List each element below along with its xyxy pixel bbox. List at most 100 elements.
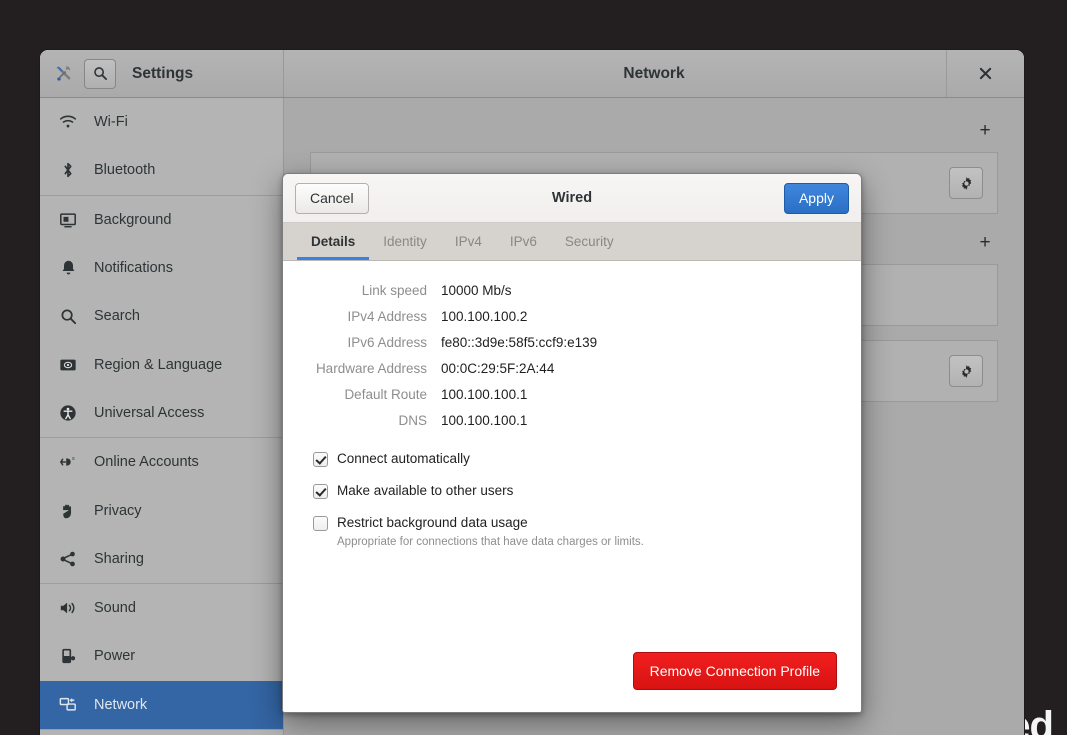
sidebar-item-notifications[interactable]: Notifications [40,244,283,292]
search-button[interactable] [84,58,116,89]
tools-icon [54,64,74,84]
wifi-icon [58,112,78,132]
sidebar-item-label: Bluetooth [94,162,156,179]
wired-connection-dialog: Cancel Wired Apply Details Identity IPv4… [282,173,862,713]
gear-icon [961,176,971,190]
titlebar-right: Network [284,50,1024,97]
bell-icon [58,258,78,278]
sidebar: Wi-Fi Bluetooth Background Notifications… [40,98,284,735]
dialog-body: Link speed 10000 Mb/s IPv4 Address 100.1… [283,261,861,712]
checkbox-box[interactable] [313,452,328,467]
sidebar-item-privacy[interactable]: Privacy [40,486,283,534]
gear-icon [961,364,971,378]
sidebar-item-bluetooth[interactable]: Bluetooth [40,146,283,194]
network-section-header: + [310,116,998,146]
detail-label: IPv6 Address [347,335,427,350]
sidebar-divider [40,728,283,730]
apply-button[interactable]: Apply [783,182,849,214]
close-button[interactable] [946,50,1024,97]
app-title: Settings [132,64,194,82]
details-list: Link speed 10000 Mb/s IPv4 Address 100.1… [283,283,861,428]
sidebar-item-network[interactable]: Network [40,680,283,729]
detail-value: 100.100.100.2 [441,309,528,324]
svg-text:s: s [72,456,75,462]
remove-profile-wrap: Remove Connection Profile [632,652,837,690]
sidebar-item-label: Notifications [94,260,173,277]
sidebar-item-label: Sharing [94,550,144,567]
settings-window: Settings Network Wi-Fi Bluetooth Backgro… [40,50,1024,735]
add-vpn-button[interactable]: + [972,230,998,256]
sidebar-item-wifi[interactable]: Wi-Fi [40,98,283,146]
add-connection-button[interactable]: + [972,118,998,144]
detail-value: 00:0C:29:5F:2A:44 [441,361,555,376]
background-icon [58,210,78,230]
sidebar-item-label: Power [94,648,136,665]
hand-icon [58,501,78,521]
remove-connection-profile-button[interactable]: Remove Connection Profile [632,652,837,690]
detail-label: Hardware Address [315,361,427,376]
online-accounts-icon: s [58,452,78,472]
detail-label: Link speed [361,283,427,298]
tab-security[interactable]: Security [551,223,628,260]
detail-label: Default Route [344,387,427,402]
tab-ipv6[interactable]: IPv6 [496,223,551,260]
detail-row: Link speed 10000 Mb/s [283,283,861,298]
sidebar-item-universal-access[interactable]: Universal Access [40,389,283,437]
sidebar-item-label: Background [94,211,172,228]
checkbox-connect-automatically[interactable]: Connect automatically [313,450,861,468]
detail-label: DNS [398,413,427,428]
cancel-button[interactable]: Cancel [295,182,369,214]
sidebar-item-online-accounts[interactable]: s Online Accounts [40,438,283,486]
detail-row: DNS 100.100.100.1 [283,413,861,428]
share-icon [58,549,78,569]
checkbox-restrict-background-data-usage[interactable]: Restrict background data usage Appropria… [313,514,861,548]
sidebar-item-power[interactable]: Power [40,632,283,680]
checkbox-label: Make available to other users [337,483,514,499]
sidebar-item-background[interactable]: Background [40,196,283,244]
region-language-icon [58,355,78,375]
detail-value: fe80::3d9e:58f5:ccf9:e139 [441,335,598,350]
search-icon [93,67,107,81]
tab-identity[interactable]: Identity [369,223,441,260]
detail-row: IPv6 Address fe80::3d9e:58f5:ccf9:e139 [283,335,861,350]
detail-value: 100.100.100.1 [441,387,528,402]
detail-row: IPv4 Address 100.100.100.2 [283,309,861,324]
proxy-settings-button[interactable] [949,355,983,387]
checkbox-sublabel: Appropriate for connections that have da… [337,535,644,548]
sidebar-item-label: Wi-Fi [94,114,128,131]
detail-label: IPv4 Address [347,309,427,324]
sidebar-item-label: Online Accounts [94,454,199,471]
dialog-title: Wired [551,190,593,206]
close-icon [979,67,992,80]
options-group: Connect automatically Make available to … [283,450,861,548]
accessibility-icon [58,403,78,423]
battery-icon [58,646,78,666]
checkbox-label: Connect automatically [337,451,470,466]
checkbox-make-available-to-other-users[interactable]: Make available to other users [313,482,861,500]
sidebar-item-label: Universal Access [94,404,205,421]
sidebar-item-label: Privacy [94,502,142,519]
detail-row: Hardware Address 00:0C:29:5F:2A:44 [283,361,861,376]
detail-row: Default Route 100.100.100.1 [283,387,861,402]
speaker-icon [58,598,78,618]
tab-details[interactable]: Details [297,223,370,260]
checkbox-box[interactable] [313,484,328,500]
bluetooth-icon [58,160,78,180]
search-icon [58,306,78,326]
checkbox-label: Restrict background data usage [337,515,528,531]
panel-title: Network [623,64,685,82]
sidebar-item-search[interactable]: Search [40,292,283,340]
titlebar: Settings Network [40,50,1024,98]
sidebar-item-label: Sound [94,600,136,617]
sidebar-item-label: Search [94,308,140,325]
sidebar-item-sharing[interactable]: Sharing [40,535,283,583]
sidebar-item-label: Network [94,696,148,713]
sidebar-item-region-language[interactable]: Region & Language [40,340,283,388]
dialog-header: Cancel Wired Apply [283,174,861,223]
dialog-tabs: Details Identity IPv4 IPv6 Security [283,223,861,261]
tab-ipv4[interactable]: IPv4 [441,223,496,260]
checkbox-box[interactable] [313,516,328,532]
network-settings-button[interactable] [949,167,983,199]
checkbox-text-block: Restrict background data usage Appropria… [337,514,644,547]
sidebar-item-sound[interactable]: Sound [40,584,283,632]
